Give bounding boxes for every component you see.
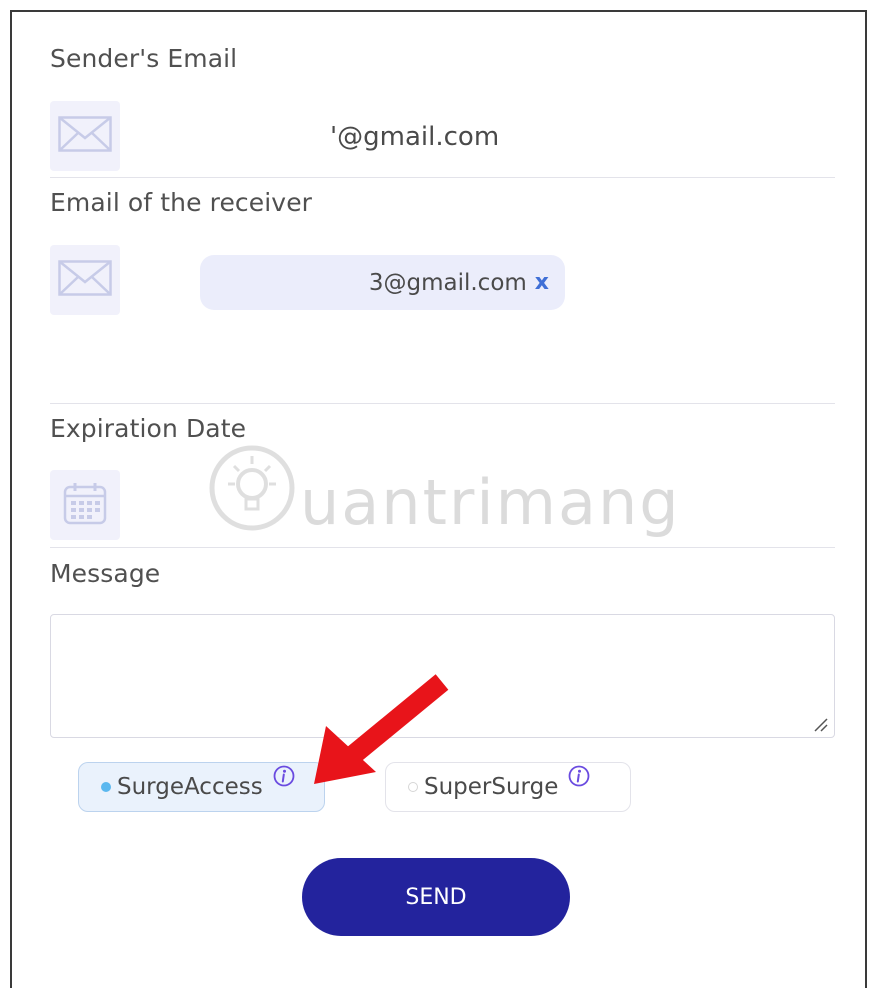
sender-envelope-icon-box <box>50 101 120 171</box>
receiver-email-label: Email of the receiver <box>50 188 313 217</box>
info-icon[interactable] <box>568 765 590 793</box>
receiver-email-chip-text: 3@gmail.com <box>368 269 527 296</box>
option-label: SurgeAccess <box>117 774 263 800</box>
envelope-icon <box>58 260 112 300</box>
resize-grip-icon[interactable] <box>812 716 828 736</box>
calendar-icon <box>62 480 108 530</box>
watermark-logo <box>208 444 296 536</box>
annotation-arrow-icon <box>300 668 460 802</box>
info-icon[interactable] <box>273 765 295 793</box>
divider <box>50 403 835 404</box>
watermark-text: uantrimang <box>300 466 681 539</box>
message-label: Message <box>50 559 161 588</box>
sender-email-field[interactable]: '@gmail.com <box>330 122 499 152</box>
receiver-email-chip[interactable]: 3@gmail.com x <box>200 255 565 310</box>
calendar-icon-box[interactable] <box>50 470 120 540</box>
expiration-date-label: Expiration Date <box>50 414 247 443</box>
divider <box>50 177 835 178</box>
send-button[interactable]: SEND <box>302 858 570 936</box>
radio-dot-selected[interactable] <box>101 782 111 792</box>
divider <box>50 547 835 548</box>
receiver-envelope-icon-box <box>50 245 120 315</box>
sender-email-label: Sender's Email <box>50 44 238 73</box>
envelope-icon <box>58 116 112 156</box>
option-surgeaccess[interactable]: SurgeAccess <box>78 762 325 812</box>
chip-remove-button[interactable]: x <box>535 270 549 295</box>
